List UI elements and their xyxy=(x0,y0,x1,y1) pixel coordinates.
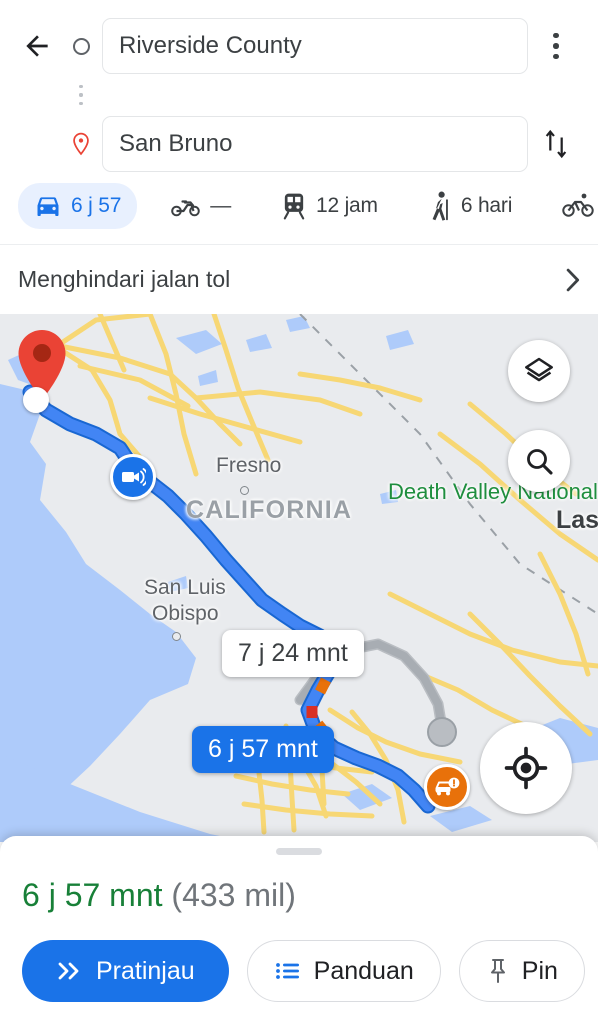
map-canvas[interactable]: Fresno CALIFORNIA San Luis Obispo Death … xyxy=(0,314,598,842)
steps-label: Panduan xyxy=(313,956,414,985)
route-chip-alternate[interactable]: 7 j 24 mnt xyxy=(222,630,364,677)
search-icon xyxy=(527,449,553,475)
overflow-menu-button[interactable] xyxy=(528,18,584,74)
preview-button[interactable]: Pratinjau xyxy=(22,940,229,1002)
route-summary: 6 j 57 mnt (433 mil) xyxy=(0,855,598,918)
traffic-incident-marker[interactable] xyxy=(424,764,470,810)
my-location-icon xyxy=(504,746,548,790)
city-dot-fresno xyxy=(240,486,249,495)
pin-label: Pin xyxy=(521,956,558,985)
city-dot-san-luis-obispo xyxy=(172,632,181,641)
drag-handle[interactable] xyxy=(276,848,322,855)
route-options-row[interactable]: Menghindari jalan tol xyxy=(0,244,598,314)
route-options-label: Menghindari jalan tol xyxy=(18,266,231,292)
map-search-button[interactable] xyxy=(508,430,570,492)
arrow-left-icon xyxy=(26,35,48,57)
destination-row: San Bruno xyxy=(0,112,598,176)
mode-tab-cycling[interactable] xyxy=(546,184,598,228)
traffic-incident-icon xyxy=(435,777,460,796)
connector-dots xyxy=(60,84,102,106)
mode-tab-walking[interactable]: 6 hari xyxy=(412,182,528,230)
mode-label-motorcycle: — xyxy=(210,194,231,217)
my-location-button[interactable] xyxy=(480,722,572,814)
connector-dot xyxy=(79,101,83,106)
speed-camera-icon xyxy=(122,468,146,486)
double-chevron-right-icon xyxy=(58,962,79,980)
map-layers-button[interactable] xyxy=(508,340,570,402)
steps-button[interactable]: Panduan xyxy=(246,940,441,1002)
route-chip-main[interactable]: 6 j 57 mnt xyxy=(192,726,334,773)
connector-dot xyxy=(79,93,83,97)
destination-input[interactable]: San Bruno xyxy=(102,116,528,172)
directions-header: Riverside County San Bruno 6 j 57 — 12 j… xyxy=(0,0,598,244)
route-endpoint-marker xyxy=(23,387,49,413)
preview-label: Pratinjau xyxy=(96,956,195,985)
connector-dot xyxy=(79,84,83,89)
origin-input[interactable]: Riverside County xyxy=(102,18,528,74)
walk-icon xyxy=(432,191,448,221)
mode-label-walking: 6 hari xyxy=(460,194,513,217)
route-duration: 6 j 57 mnt xyxy=(22,877,163,913)
bicycle-icon xyxy=(562,193,594,217)
train-icon xyxy=(283,193,305,220)
destination-pin-icon xyxy=(73,132,89,156)
mode-tab-transit[interactable]: 12 jam xyxy=(265,183,394,229)
mode-tab-motorcycle[interactable]: — xyxy=(155,185,247,227)
car-icon xyxy=(37,197,59,217)
destination-marker xyxy=(60,132,102,156)
mode-label-driving: 6 j 57 xyxy=(71,194,122,217)
route-connector xyxy=(0,78,598,112)
back-button[interactable] xyxy=(14,23,60,69)
route-distance: (433 mil) xyxy=(171,877,296,913)
route-summary-sheet: 6 j 57 mnt (433 mil) Pratinjau Panduan P… xyxy=(0,836,598,1024)
sheet-actions: Pratinjau Panduan Pin xyxy=(0,918,598,1006)
list-icon xyxy=(275,963,299,979)
mode-label-transit: 12 jam xyxy=(316,194,378,217)
travel-mode-tabs: 6 j 57 — 12 jam 6 hari xyxy=(0,176,598,244)
more-vert-icon xyxy=(553,32,559,60)
pin-button[interactable]: Pin xyxy=(458,940,585,1002)
pushpin-icon xyxy=(490,959,505,983)
origin-row: Riverside County xyxy=(0,14,598,78)
origin-circle-icon xyxy=(72,37,90,55)
swap-vertical-icon xyxy=(545,129,567,159)
speed-camera-marker[interactable] xyxy=(110,454,156,500)
layers-icon xyxy=(525,357,553,382)
mode-tab-driving[interactable]: 6 j 57 xyxy=(18,183,138,229)
chevron-right-icon xyxy=(566,268,580,291)
origin-marker xyxy=(60,37,102,55)
swap-endpoints-button[interactable] xyxy=(528,116,584,172)
motorcycle-icon xyxy=(171,200,200,217)
